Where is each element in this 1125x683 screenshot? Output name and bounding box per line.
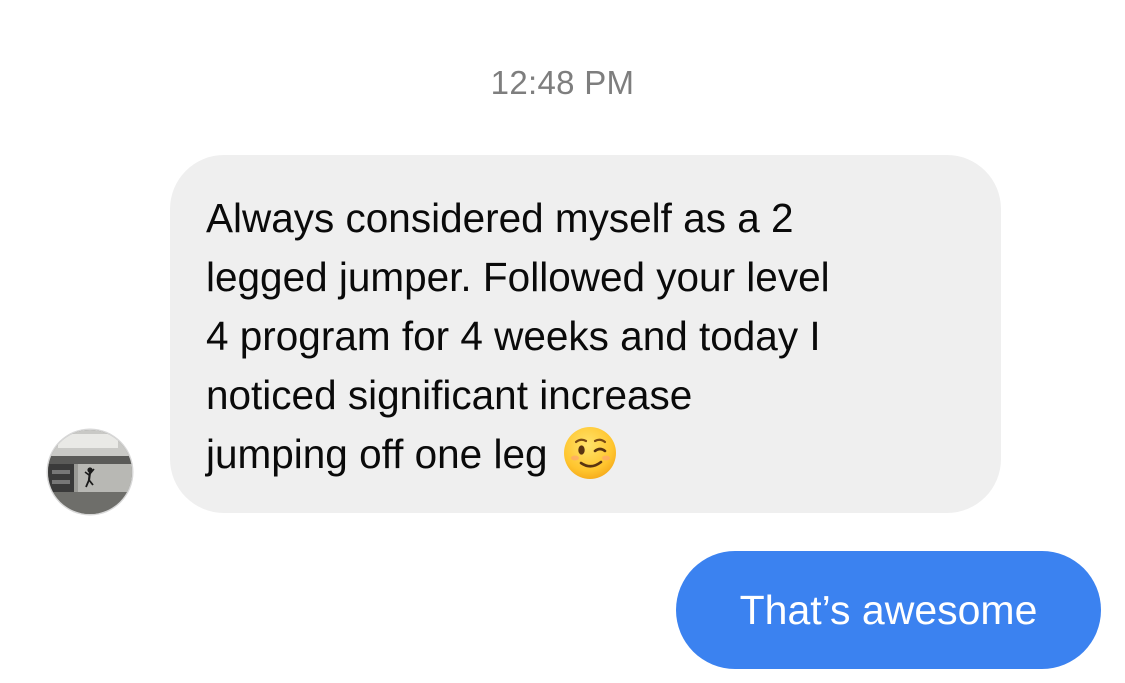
message-text-line: legged jumper. Followed your level — [206, 254, 830, 300]
avatar-photo-icon — [48, 430, 132, 514]
message-text-line: 4 program for 4 weeks and today I — [206, 313, 821, 359]
message-text-line: Always considered myself as a 2 — [206, 195, 794, 241]
winking-face-icon — [562, 425, 618, 481]
message-text-line: jumping off one leg — [206, 431, 548, 477]
sender-avatar[interactable] — [48, 430, 132, 514]
message-text-line-last: jumping off one leg — [206, 425, 971, 484]
outgoing-message-bubble[interactable]: That’s awesome — [676, 551, 1101, 669]
incoming-message-bubble[interactable]: Always considered myself as a 2 legged j… — [170, 155, 1001, 513]
message-text-line: noticed significant increase — [206, 372, 693, 418]
